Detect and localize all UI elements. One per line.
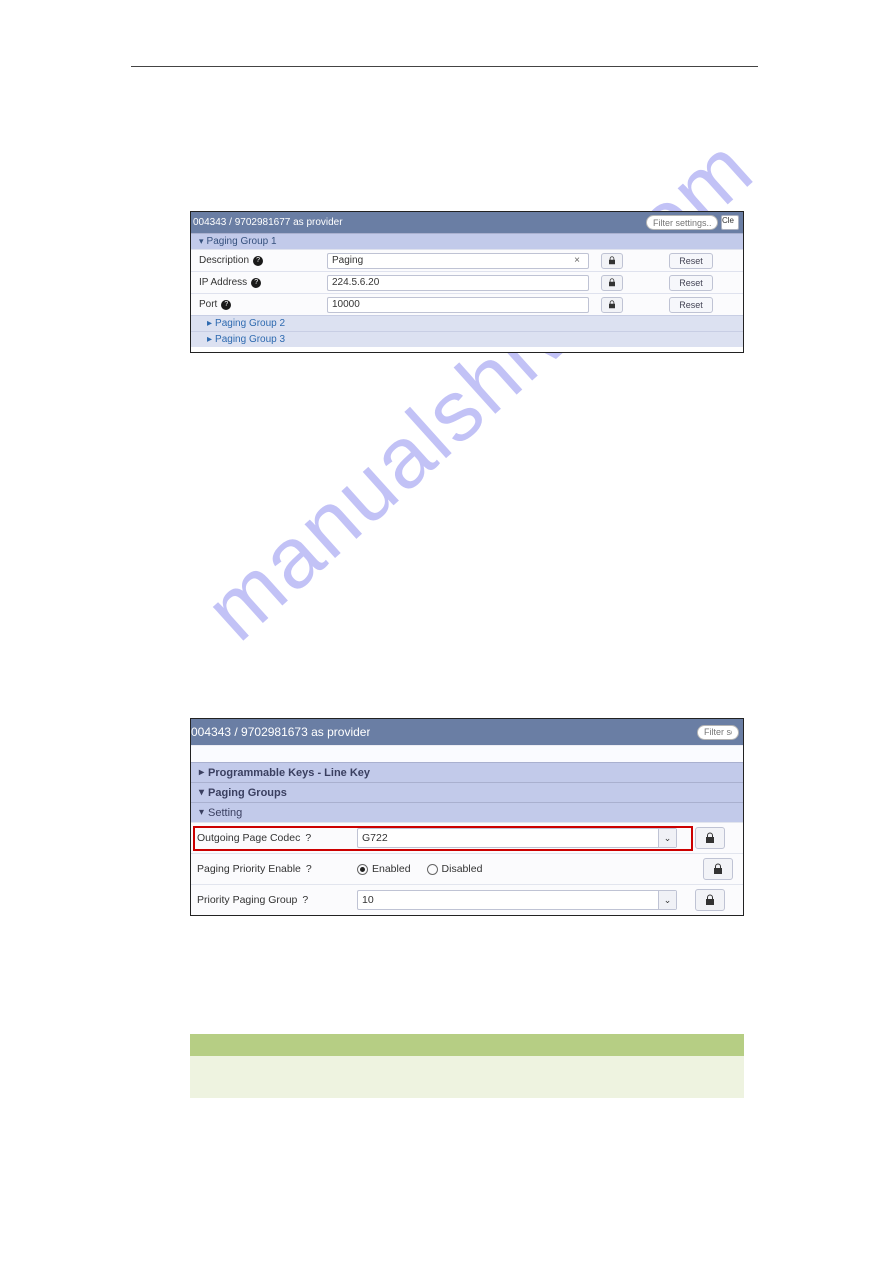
help-icon[interactable]: ? xyxy=(305,832,311,844)
select-value: 10 xyxy=(362,894,374,906)
chevron-down-icon: ▾ xyxy=(199,787,204,798)
port-input[interactable]: 10000 xyxy=(327,297,589,313)
input-value: Paging xyxy=(332,255,363,266)
panel2-spacer xyxy=(191,745,743,762)
panel2-header: 004343 / 9702981673 as provider xyxy=(191,719,743,745)
pale-band xyxy=(190,1056,744,1098)
field-label: Port xyxy=(199,299,217,310)
help-icon[interactable]: ? xyxy=(251,278,261,288)
field-label: Paging Priority Enable xyxy=(197,863,301,875)
panel1-header: 004343 / 9702981677 as provider Cle xyxy=(191,212,743,233)
row-port: Port ? 10000 Reset xyxy=(191,293,743,315)
paging-priority-radio-group: Enabled Disabled xyxy=(357,863,482,875)
watermark-text: manualshive.com xyxy=(187,119,773,660)
screenshot-paging-settings: 004343 / 9702981673 as provider ▸ Progra… xyxy=(190,718,744,916)
row-description: Description ? Paging × Reset xyxy=(191,249,743,271)
reset-button[interactable]: Reset xyxy=(669,275,713,291)
help-icon[interactable]: ? xyxy=(221,300,231,310)
filter-settings-input[interactable] xyxy=(646,215,718,230)
description-input[interactable]: Paging × xyxy=(327,253,589,269)
lock-button[interactable] xyxy=(703,858,733,880)
section-label: Paging Group 1 xyxy=(207,236,277,247)
input-value: 10000 xyxy=(332,299,360,310)
screenshot-paging-group-config: 004343 / 9702981677 as provider Cle ▾ Pa… xyxy=(190,211,744,353)
radio-enabled[interactable]: Enabled xyxy=(357,863,411,875)
reset-button[interactable]: Reset xyxy=(669,297,713,313)
chevron-down-icon: ▾ xyxy=(199,236,204,247)
field-label: IP Address xyxy=(199,277,247,288)
radio-label: Enabled xyxy=(372,863,411,875)
section-programmable-keys[interactable]: ▸ Programmable Keys - Line Key xyxy=(191,762,743,782)
field-label: Description xyxy=(199,255,249,266)
section-label: Paging Group 2 xyxy=(215,318,285,329)
help-icon[interactable]: ? xyxy=(306,863,312,875)
chevron-down-icon: ⌄ xyxy=(658,891,676,909)
lock-button[interactable] xyxy=(601,297,623,313)
section-paging-group-2[interactable]: ▸ Paging Group 2 xyxy=(191,315,743,331)
lock-button[interactable] xyxy=(601,253,623,269)
chevron-right-icon: ▸ xyxy=(207,334,212,345)
section-paging-groups[interactable]: ▾ Paging Groups xyxy=(191,782,743,802)
chevron-down-icon: ▾ xyxy=(199,807,204,818)
section-label: Setting xyxy=(208,807,242,819)
panel1-header-text: 004343 / 9702981677 as provider xyxy=(193,217,343,228)
clear-input-icon[interactable]: × xyxy=(570,255,584,266)
radio-label: Disabled xyxy=(442,863,483,875)
section-label: Paging Groups xyxy=(208,787,287,799)
input-value: 224.5.6.20 xyxy=(332,277,379,288)
chevron-down-icon: ⌄ xyxy=(658,829,676,847)
field-label: Priority Paging Group xyxy=(197,894,297,906)
section-paging-group-3[interactable]: ▸ Paging Group 3 xyxy=(191,331,743,347)
help-icon[interactable]: ? xyxy=(302,894,308,906)
priority-paging-group-select[interactable]: 10 ⌄ xyxy=(357,890,677,910)
chevron-right-icon: ▸ xyxy=(199,767,204,778)
radio-disabled[interactable]: Disabled xyxy=(427,863,483,875)
section-label: Programmable Keys - Line Key xyxy=(208,767,370,779)
row-paging-priority-enable: Paging Priority Enable ? Enabled Disable… xyxy=(191,853,743,884)
section-setting[interactable]: ▾ Setting xyxy=(191,802,743,822)
green-band xyxy=(190,1034,744,1056)
row-priority-paging-group: Priority Paging Group ? 10 ⌄ xyxy=(191,884,743,915)
section-paging-group-1[interactable]: ▾ Paging Group 1 xyxy=(191,233,743,249)
top-rule xyxy=(131,66,758,67)
row-outgoing-page-codec: Outgoing Page Codec ? G722 ⌄ xyxy=(191,822,743,853)
select-value: G722 xyxy=(362,832,388,844)
chevron-right-icon: ▸ xyxy=(207,318,212,329)
ip-address-input[interactable]: 224.5.6.20 xyxy=(327,275,589,291)
lock-button[interactable] xyxy=(601,275,623,291)
lock-button[interactable] xyxy=(695,889,725,911)
row-ip-address: IP Address ? 224.5.6.20 Reset xyxy=(191,271,743,293)
panel2-header-text: 004343 / 9702981673 as provider xyxy=(191,725,370,739)
outgoing-page-codec-select[interactable]: G722 ⌄ xyxy=(357,828,677,848)
field-label: Outgoing Page Codec xyxy=(197,832,300,844)
clear-filter-button[interactable]: Cle xyxy=(721,215,739,230)
section-label: Paging Group 3 xyxy=(215,334,285,345)
lock-button[interactable] xyxy=(695,827,725,849)
help-icon[interactable]: ? xyxy=(253,256,263,266)
filter-settings-input[interactable] xyxy=(697,725,739,740)
reset-button[interactable]: Reset xyxy=(669,253,713,269)
